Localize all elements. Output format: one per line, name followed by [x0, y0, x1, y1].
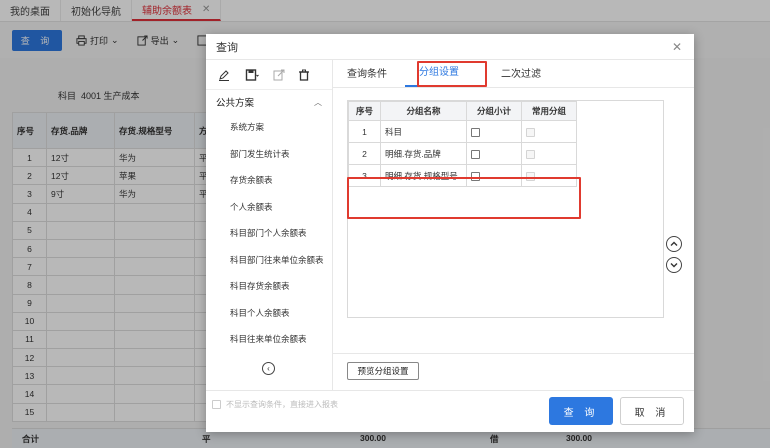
collapse-panel-button[interactable]: ‹ [262, 362, 275, 375]
query-dialog: 查询 ✕ 公共方案 ︿ 系统方案 部门发生统计表 存货余额表 个人余额表 科目部门个人余… [206, 34, 694, 432]
dialog-title: 查询 [216, 41, 238, 54]
plan-item[interactable]: 个人余额表 [206, 194, 332, 221]
move-up-button[interactable] [666, 236, 682, 252]
chevron-down-icon [670, 263, 678, 268]
plan-item[interactable]: 部门发生统计表 [206, 141, 332, 168]
col-header: 序号 [348, 101, 381, 121]
edit-icon[interactable] [218, 69, 230, 81]
plan-item[interactable]: 存货余额表 [206, 167, 332, 194]
common-group-cell [521, 120, 577, 143]
subtotal-cell [466, 142, 522, 165]
rows-highlight-box [347, 177, 581, 219]
col-header: 分组名称 [380, 101, 467, 121]
settings-panel: 查询条件 分组设置 二次过滤 序号 分组名称 分组小计 常用分组 1 科目 2 明细.… [333, 60, 694, 390]
move-down-button[interactable] [666, 257, 682, 273]
plan-item[interactable]: 科目部门个人余额表 [206, 220, 332, 247]
plan-item[interactable]: 系统方案 [206, 114, 332, 141]
plan-toolbar [206, 60, 332, 90]
skip-checkbox[interactable] [212, 400, 221, 409]
group-index: 1 [348, 120, 381, 143]
group-index: 2 [348, 142, 381, 165]
share-icon[interactable] [273, 69, 285, 81]
plan-item[interactable]: 科目部门往来单位余额表 [206, 247, 332, 274]
common-group-checkbox[interactable] [526, 127, 535, 137]
save-icon[interactable] [243, 68, 260, 81]
trash-icon[interactable] [298, 69, 310, 81]
plan-list: 系统方案 部门发生统计表 存货余额表 个人余额表 科目部门个人余额表 科目部门往来单位余额… [206, 114, 332, 353]
divider [333, 353, 694, 354]
chevron-up-icon: ︿ [314, 97, 322, 107]
group-row[interactable]: 2 明细.存货.品牌 [348, 142, 577, 165]
dialog-tabs: 查询条件 分组设置 二次过滤 [333, 60, 694, 88]
common-group-checkbox[interactable] [526, 149, 535, 159]
group-name: 科目 [380, 120, 467, 143]
chevron-up-icon [670, 241, 678, 246]
plan-item[interactable]: 科目存货余额表 [206, 273, 332, 300]
close-icon[interactable]: ✕ [672, 40, 682, 54]
skip-label: 不显示查询条件，直接进入报表 [226, 400, 338, 409]
col-header: 分组小计 [466, 101, 522, 121]
subtotal-checkbox[interactable] [471, 149, 480, 159]
plan-group-header[interactable]: 公共方案 ︿ [206, 90, 332, 114]
dialog-footer: 不显示查询条件，直接进入报表 查 询 取 消 [206, 390, 694, 432]
chevron-left-icon: ‹ [267, 363, 270, 373]
plan-panel: 公共方案 ︿ 系统方案 部门发生统计表 存货余额表 个人余额表 科目部门个人余额表 科目部… [206, 60, 333, 390]
common-group-cell [521, 142, 577, 165]
tab-query-conditions[interactable]: 查询条件 [333, 65, 401, 87]
skip-conditions-option[interactable]: 不显示查询条件，直接进入报表 [212, 399, 338, 410]
group-row[interactable]: 1 科目 [348, 120, 577, 143]
group-name: 明细.存货.品牌 [380, 142, 467, 165]
tab-highlight-box [417, 61, 487, 87]
col-header: 常用分组 [521, 101, 577, 121]
preview-group-button[interactable]: 预览分组设置 [347, 362, 419, 380]
subtotal-cell [466, 120, 522, 143]
plan-item[interactable]: 科目个人余额表 [206, 300, 332, 327]
dialog-header: 查询 ✕ [206, 34, 694, 60]
plan-item[interactable]: 科目往来单位余额表 [206, 326, 332, 353]
cancel-button[interactable]: 取 消 [620, 397, 684, 425]
confirm-query-button[interactable]: 查 询 [549, 397, 613, 425]
subtotal-checkbox[interactable] [471, 127, 480, 137]
tab-secondary-filter[interactable]: 二次过滤 [487, 65, 555, 87]
plan-group-title: 公共方案 [216, 98, 255, 109]
